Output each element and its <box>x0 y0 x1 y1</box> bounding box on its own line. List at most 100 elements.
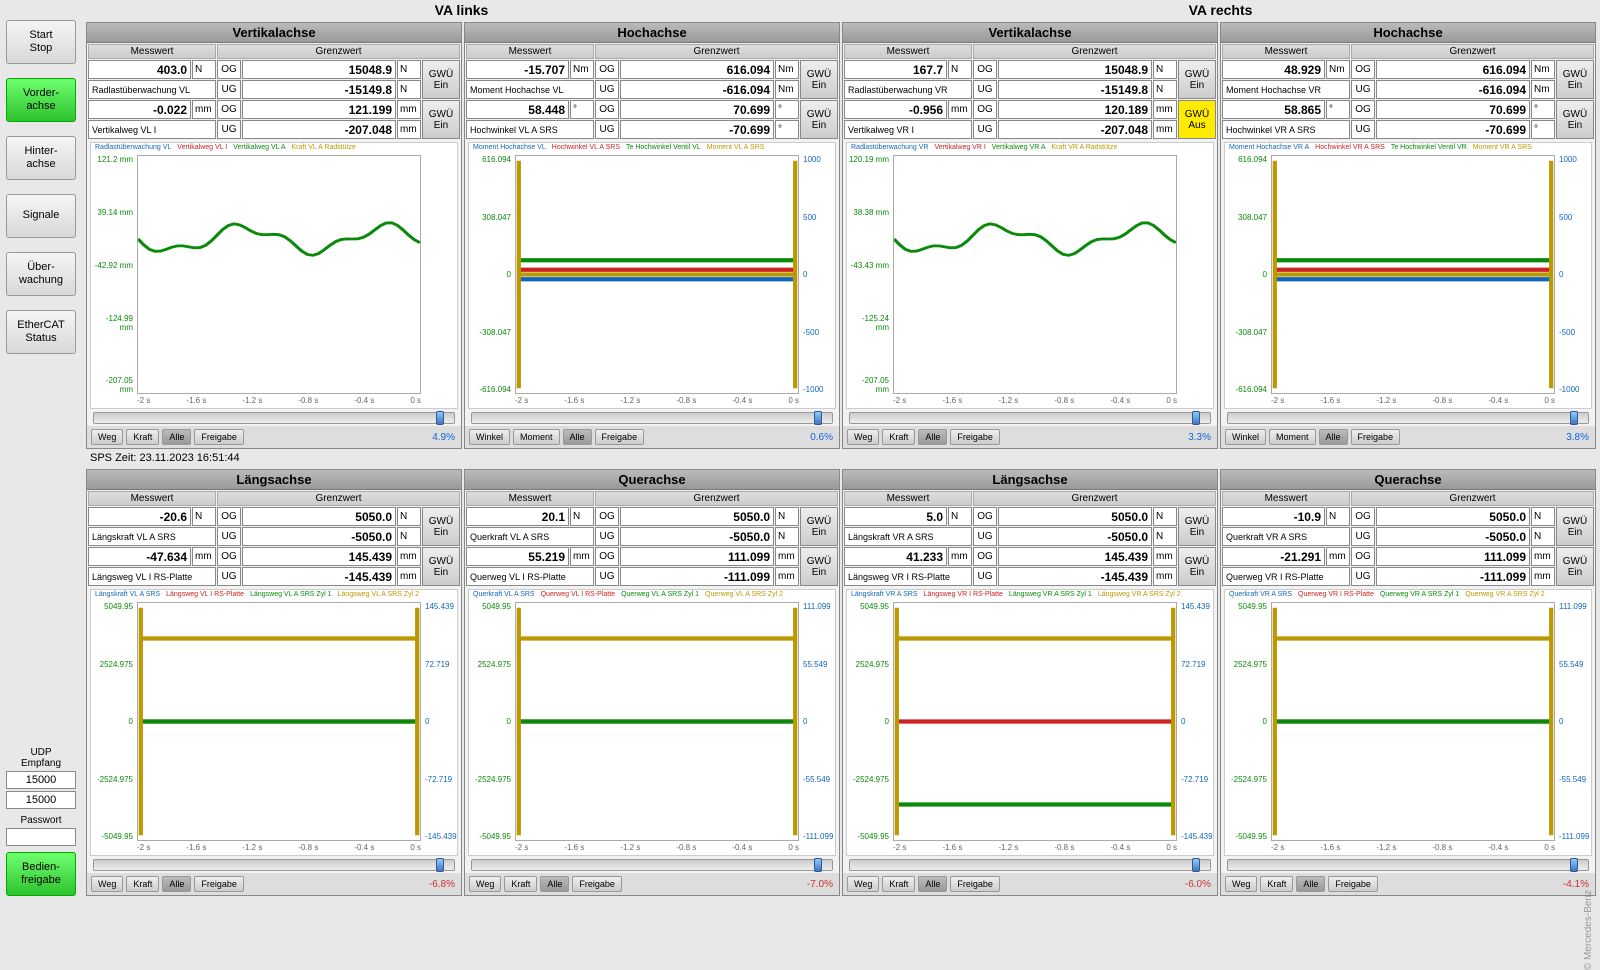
gwu1-button[interactable]: GWÜEin <box>422 60 460 99</box>
ethercat-button[interactable]: EtherCATStatus <box>6 310 76 354</box>
messwert-header: Messwert <box>844 491 972 506</box>
mess2-value: 41.233 <box>844 547 947 566</box>
panel-3: Hochachse Messwert 48.929Nm Moment Hocha… <box>1220 22 1596 449</box>
signale-button[interactable]: Signale <box>6 194 76 238</box>
time-slider[interactable] <box>93 412 455 424</box>
time-slider[interactable] <box>93 859 455 871</box>
mess2-label: Hochwinkel VR A SRS <box>1222 120 1350 139</box>
gwu2-button[interactable]: GWÜEin <box>422 547 460 586</box>
alle-button[interactable]: Alle <box>1296 876 1325 892</box>
grenzwert-header: Grenzwert <box>1351 44 1594 59</box>
moment-button[interactable]: Moment <box>513 429 560 445</box>
freigabe-button[interactable]: Freigabe <box>950 429 1000 445</box>
chart: Radlastüberwachung VLVertikalweg VL IVer… <box>90 142 458 409</box>
gwu2-button[interactable]: GWÜEin <box>1178 547 1216 586</box>
gwu2-button[interactable]: GWÜAus <box>1178 100 1216 139</box>
gwu2-button[interactable]: GWÜEin <box>800 547 838 586</box>
mess2-value: 55.219 <box>466 547 569 566</box>
freigabe-button[interactable]: Freigabe <box>595 429 645 445</box>
udp-value-1: 15000 <box>6 771 76 789</box>
chart: Radlastüberwachung VRVertikalweg VR IVer… <box>846 142 1214 409</box>
freigabe-button[interactable]: Freigabe <box>194 429 244 445</box>
messwert-header: Messwert <box>466 44 594 59</box>
udp-value-2: 15000 <box>6 791 76 809</box>
winkel-button[interactable]: Winkel <box>1225 429 1266 445</box>
kraft-button[interactable]: Kraft <box>504 876 537 892</box>
bedienfreigabe-button[interactable]: Bedien-freigabe <box>6 852 76 896</box>
kraft-button[interactable]: Kraft <box>1260 876 1293 892</box>
gwu1-button[interactable]: GWÜEin <box>1556 60 1594 99</box>
alle-button[interactable]: Alle <box>1319 429 1348 445</box>
time-slider[interactable] <box>1227 859 1589 871</box>
weg-button[interactable]: Weg <box>847 429 879 445</box>
gwu1-button[interactable]: GWÜEin <box>1556 507 1594 546</box>
mess2-label: Längsweg VL I RS-Platte <box>88 567 216 586</box>
uberwachung-button[interactable]: Über-wachung <box>6 252 76 296</box>
freigabe-button[interactable]: Freigabe <box>1328 876 1378 892</box>
gwu1-button[interactable]: GWÜEin <box>800 507 838 546</box>
gwu2-button[interactable]: GWÜEin <box>1556 100 1594 139</box>
moment-button[interactable]: Moment <box>1269 429 1316 445</box>
gwu2-button[interactable]: GWÜEin <box>800 100 838 139</box>
percent-value: 0.6% <box>810 432 835 443</box>
kraft-button[interactable]: Kraft <box>882 876 915 892</box>
alle-button[interactable]: Alle <box>918 429 947 445</box>
gwu2-button[interactable]: GWÜEin <box>1556 547 1594 586</box>
weg-button[interactable]: Weg <box>1225 876 1257 892</box>
panel-2: Vertikalachse Messwert 167.7N Radlastübe… <box>842 22 1218 449</box>
mess2-value: -0.956 <box>844 100 947 119</box>
header-right: VA rechts <box>841 0 1600 22</box>
vorderachse-button[interactable]: Vorder-achse <box>6 78 76 122</box>
weg-button[interactable]: Weg <box>847 876 879 892</box>
mess1-value: 403.0 <box>88 60 191 79</box>
weg-button[interactable]: Weg <box>469 876 501 892</box>
percent-value: 3.8% <box>1566 432 1591 443</box>
mess2-value: -47.634 <box>88 547 191 566</box>
time-slider[interactable] <box>849 859 1211 871</box>
password-label: Passwort <box>6 815 76 826</box>
gwu1-button[interactable]: GWÜEin <box>1178 507 1216 546</box>
kraft-button[interactable]: Kraft <box>882 429 915 445</box>
alle-button[interactable]: Alle <box>918 876 947 892</box>
time-slider[interactable] <box>471 859 833 871</box>
panel-title: Querachse <box>1221 470 1595 490</box>
percent-value: -4.1% <box>1563 879 1591 890</box>
mess1-value: -15.707 <box>466 60 569 79</box>
gwu1-button[interactable]: GWÜEin <box>1178 60 1216 99</box>
mess1-label: Längskraft VR A SRS <box>844 527 972 546</box>
freigabe-button[interactable]: Freigabe <box>572 876 622 892</box>
panel-title: Vertikalachse <box>843 23 1217 43</box>
gwu1-button[interactable]: GWÜEin <box>422 507 460 546</box>
panel-5: Querachse Messwert 20.1N Querkraft VL A … <box>464 469 840 896</box>
messwert-header: Messwert <box>466 491 594 506</box>
mess1-label: Radlastüberwachung VL <box>88 80 216 99</box>
mess2-label: Längsweg VR I RS-Platte <box>844 567 972 586</box>
weg-button[interactable]: Weg <box>91 429 123 445</box>
time-slider[interactable] <box>1227 412 1589 424</box>
start-stop-button[interactable]: StartStop <box>6 20 76 64</box>
messwert-header: Messwert <box>1222 491 1350 506</box>
panel-title: Längsachse <box>87 470 461 490</box>
alle-button[interactable]: Alle <box>162 429 191 445</box>
weg-button[interactable]: Weg <box>91 876 123 892</box>
hinterachse-button[interactable]: Hinter-achse <box>6 136 76 180</box>
panel-4: Längsachse Messwert -20.6N Längskraft VL… <box>86 469 462 896</box>
alle-button[interactable]: Alle <box>563 429 592 445</box>
gwu1-button[interactable]: GWÜEin <box>800 60 838 99</box>
freigabe-button[interactable]: Freigabe <box>194 876 244 892</box>
kraft-button[interactable]: Kraft <box>126 429 159 445</box>
gwu2-button[interactable]: GWÜEin <box>422 100 460 139</box>
mess2-value: -21.291 <box>1222 547 1325 566</box>
alle-button[interactable]: Alle <box>162 876 191 892</box>
kraft-button[interactable]: Kraft <box>126 876 159 892</box>
time-slider[interactable] <box>849 412 1211 424</box>
freigabe-button[interactable]: Freigabe <box>1351 429 1401 445</box>
percent-value: -6.8% <box>429 879 457 890</box>
alle-button[interactable]: Alle <box>540 876 569 892</box>
freigabe-button[interactable]: Freigabe <box>950 876 1000 892</box>
percent-value: 4.9% <box>432 432 457 443</box>
time-slider[interactable] <box>471 412 833 424</box>
winkel-button[interactable]: Winkel <box>469 429 510 445</box>
password-input[interactable] <box>6 828 76 846</box>
mess2-value: -0.022 <box>88 100 191 119</box>
